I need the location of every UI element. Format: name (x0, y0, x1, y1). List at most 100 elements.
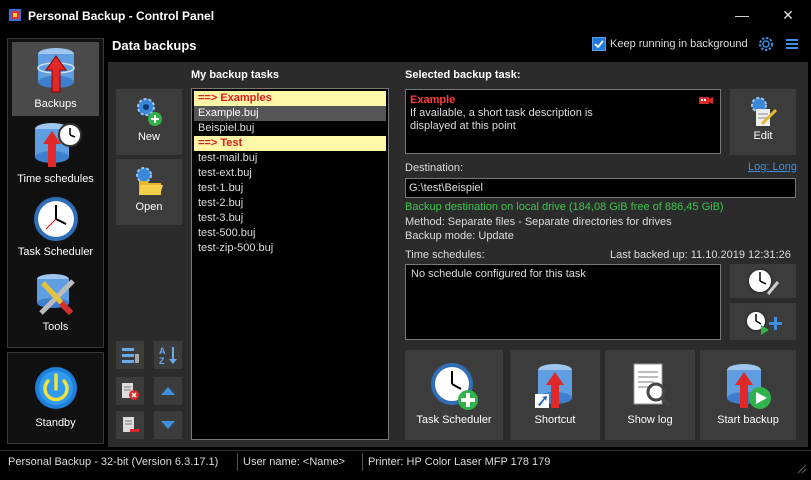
standby-button[interactable]: Standby (7, 352, 104, 444)
clock-icon (33, 197, 78, 241)
shortcut-button[interactable]: Shortcut (510, 350, 600, 440)
sidebar-item-label: Time schedules (17, 173, 94, 185)
gear-icon[interactable] (757, 35, 775, 53)
new-task-button[interactable]: New (116, 89, 182, 155)
open-task-button[interactable]: Open (116, 159, 182, 225)
status-user: User name: <Name> (243, 456, 346, 468)
resize-grip-icon[interactable] (795, 462, 807, 474)
task-list-item[interactable]: test-1.buj (194, 181, 386, 196)
sidebar-item-time-schedules[interactable]: Time schedules (12, 117, 99, 191)
shortcut-icon (535, 364, 572, 408)
task-description-box: Example If available, a short task descr… (405, 89, 721, 154)
edit-button[interactable]: Edit (730, 89, 796, 155)
task-list-item[interactable]: Beispiel.buj (194, 121, 386, 136)
task-list-item[interactable]: test-2.buj (194, 196, 386, 211)
sidebar-item-tools[interactable]: Tools (12, 267, 99, 341)
task-list[interactable]: ==> Examples Example.buj Beispiel.buj ==> T… (191, 88, 389, 440)
power-icon (34, 367, 77, 409)
new-label: New (137, 131, 160, 143)
task-name: Example (410, 94, 456, 106)
edit-label: Edit (753, 130, 773, 142)
task-list-item[interactable]: test-3.buj (194, 211, 386, 226)
clock-add-icon (745, 310, 782, 335)
task-group-header[interactable]: ==> Test (194, 136, 386, 151)
destination-field[interactable]: G:\test\Beispiel (405, 178, 796, 198)
sort-az-icon: A Z (159, 346, 177, 366)
delete-task-button[interactable] (116, 377, 144, 405)
log-level-link[interactable]: Log: Long (748, 161, 797, 173)
tools-icon (36, 274, 75, 316)
film-camera-icon[interactable] (698, 94, 714, 106)
task-scheduler-icon (431, 363, 478, 410)
task-list-item[interactable]: test-ext.buj (194, 166, 386, 181)
task-list-item[interactable]: Example.buj (194, 106, 386, 121)
title-bar: Personal Backup - Control Panel — ✕ (0, 0, 811, 31)
delete-icon (122, 383, 139, 400)
remove-doc-icon (123, 417, 139, 432)
edit-schedule-button[interactable] (730, 264, 796, 298)
backup-mode: Backup mode: Update (405, 230, 514, 242)
schedule-box[interactable]: No schedule configured for this task (405, 264, 721, 340)
open-label: Open (135, 201, 163, 213)
svg-text:Z: Z (159, 356, 165, 366)
start-backup-label: Start backup (717, 414, 779, 426)
sidebar: Backups Time schedules Task Scheduler To… (7, 38, 104, 348)
edit-icon (751, 97, 778, 126)
backup-drive-icon (36, 48, 75, 93)
last-backed-up: Last backed up: 11.10.2019 12:31:26 (610, 249, 791, 261)
show-log-label: Show log (627, 414, 673, 426)
sidebar-item-backups[interactable]: Backups (12, 42, 99, 116)
move-up-button[interactable] (154, 377, 182, 405)
sidebar-item-label: Tools (42, 321, 69, 333)
arrow-up-icon (161, 387, 175, 395)
close-button[interactable]: ✕ (773, 4, 803, 26)
list-icon (122, 348, 139, 363)
task-list-heading: My backup tasks (191, 69, 280, 81)
task-list-item[interactable]: test-mail.buj (194, 151, 386, 166)
schedule-text: No schedule configured for this task (411, 268, 586, 280)
app-icon (9, 9, 21, 21)
standby-label: Standby (35, 417, 76, 429)
move-down-button[interactable] (154, 411, 182, 439)
shortcut-label: Shortcut (534, 414, 576, 426)
open-folder-icon (136, 167, 163, 195)
status-printer: Printer: HP Color Laser MFP 178 179 (368, 456, 551, 468)
remove-from-list-button[interactable] (116, 411, 144, 439)
keep-running-label[interactable]: Keep running in background (610, 38, 748, 50)
status-version: Personal Backup - 32-bit (Version 6.3.17… (8, 456, 219, 468)
arrow-down-icon (161, 421, 175, 429)
sidebar-item-label: Task Scheduler (17, 246, 94, 258)
hamburger-menu-icon[interactable] (785, 37, 799, 51)
backup-method: Method: Separate files - Separate direct… (405, 216, 672, 228)
show-log-button[interactable]: Show log (605, 350, 695, 440)
task-scheduler-button[interactable]: Task Scheduler (405, 350, 503, 440)
keep-running-checkbox[interactable] (592, 37, 606, 51)
start-backup-button[interactable]: Start backup (700, 350, 796, 440)
schedule-drive-icon (34, 123, 82, 167)
collapse-list-button[interactable] (116, 341, 144, 369)
sidebar-item-task-scheduler[interactable]: Task Scheduler (12, 192, 99, 266)
task-description: If available, a short task description i… (410, 107, 593, 132)
add-schedule-button[interactable] (730, 303, 796, 340)
start-backup-icon (727, 364, 771, 409)
minimize-button[interactable]: — (727, 4, 757, 26)
page-title: Data backups (112, 38, 197, 53)
task-list-item[interactable]: test-500.buj (194, 226, 386, 241)
clock-edit-icon (747, 268, 780, 295)
destination-status: Backup destination on local drive (184,0… (405, 201, 724, 213)
log-search-icon (633, 363, 672, 408)
time-schedules-label: Time schedules: (405, 249, 485, 261)
task-group-header[interactable]: ==> Examples (194, 91, 386, 106)
selected-task-heading: Selected backup task: (405, 69, 521, 81)
sidebar-item-label: Backups (34, 98, 77, 110)
status-separator (362, 453, 363, 471)
status-separator (237, 453, 238, 471)
check-icon (594, 40, 604, 49)
destination-label: Destination: (405, 162, 464, 174)
new-gear-icon (137, 98, 162, 126)
svg-text:A: A (159, 346, 166, 356)
task-scheduler-label: Task Scheduler (416, 414, 492, 426)
task-list-item[interactable]: test-zip-500.buj (194, 241, 386, 256)
sort-button[interactable]: A Z (154, 341, 182, 369)
window-title: Personal Backup - Control Panel (28, 9, 215, 23)
